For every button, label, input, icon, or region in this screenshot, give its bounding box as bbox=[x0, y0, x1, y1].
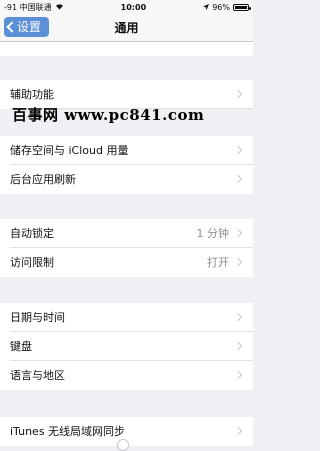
wifi-icon bbox=[55, 3, 64, 12]
row-label: 语言与地区 bbox=[10, 369, 65, 382]
chevron-right-icon bbox=[233, 228, 243, 238]
chevron-right-icon bbox=[233, 145, 243, 155]
settings-row-language-region[interactable]: 语言与地区 bbox=[0, 361, 253, 390]
status-bar: -91 中国联通 10:00 96% bbox=[0, 0, 253, 14]
navigation-bar: 设置 通用 bbox=[0, 14, 253, 42]
row-label: 后台应用刷新 bbox=[10, 173, 76, 186]
chevron-right-icon bbox=[233, 89, 243, 99]
status-right: 96% bbox=[203, 2, 251, 12]
chevron-right-icon bbox=[233, 426, 243, 436]
chevron-right-icon bbox=[233, 257, 243, 267]
settings-row-date-time[interactable]: 日期与时间 bbox=[0, 303, 253, 332]
carrier-signal: -91 中国联通 bbox=[4, 2, 52, 12]
watermark-text: 百事网 www.pc841.com bbox=[12, 106, 205, 124]
status-time: 10:00 bbox=[120, 2, 147, 12]
battery-percentage: 96% bbox=[212, 2, 230, 12]
partially-visible-row bbox=[0, 42, 253, 56]
row-value: 1 分钟 bbox=[196, 227, 230, 240]
chevron-right-icon bbox=[233, 312, 243, 322]
row-label: 自动锁定 bbox=[10, 227, 54, 240]
row-label: 访问限制 bbox=[10, 256, 54, 269]
row-value: 打开 bbox=[207, 256, 229, 269]
location-arrow-icon bbox=[203, 3, 210, 12]
settings-row-storage-icloud[interactable]: 储存空间与 iCloud 用量 bbox=[0, 136, 253, 165]
status-left: -91 中国联通 bbox=[4, 2, 64, 13]
chevron-right-icon bbox=[233, 370, 243, 380]
battery-icon bbox=[232, 3, 251, 11]
home-indicator-icon bbox=[117, 439, 129, 451]
chevron-right-icon bbox=[233, 174, 243, 184]
row-label: 储存空间与 iCloud 用量 bbox=[10, 144, 129, 157]
settings-row-restrictions[interactable]: 访问限制 打开 bbox=[0, 248, 253, 277]
row-label: 日期与时间 bbox=[10, 311, 65, 324]
row-label: 键盘 bbox=[10, 340, 32, 353]
settings-row-background-refresh[interactable]: 后台应用刷新 bbox=[0, 165, 253, 194]
chevron-right-icon bbox=[233, 341, 243, 351]
row-label: iTunes 无线局域网同步 bbox=[10, 425, 126, 438]
page-title: 通用 bbox=[114, 21, 139, 35]
settings-row-keyboard[interactable]: 键盘 bbox=[0, 332, 253, 361]
settings-row-auto-lock[interactable]: 自动锁定 1 分钟 bbox=[0, 219, 253, 248]
